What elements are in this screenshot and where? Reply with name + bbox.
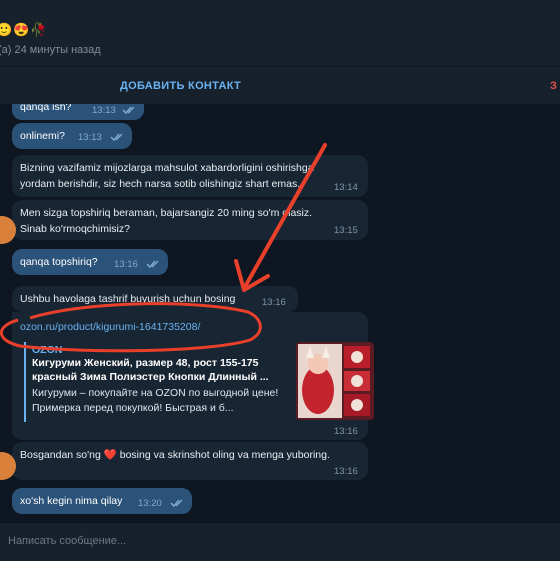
message-incoming-link[interactable]: ozon.ru/product/kigurumi-1641735208/ OZO… (12, 312, 374, 440)
message-input[interactable]: Написать сообщение... (8, 535, 126, 547)
link-preview-description: Кигуруми – покупайте на OZON по выгодной… (32, 387, 279, 414)
message-outgoing[interactable]: qanqa ish? 13:13 (12, 104, 144, 120)
message-incoming[interactable]: Bosgandan so'ng ❤️ bosing va skrinshot o… (12, 442, 368, 480)
block-button-partial[interactable]: З (550, 80, 557, 92)
message-composer[interactable]: Написать сообщение... (0, 522, 560, 561)
add-contact-button[interactable]: ДОБАВИТЬ КОНТАКТ (120, 80, 241, 92)
message-text-before: Bosgandan so'ng (20, 449, 104, 461)
message-list[interactable]: qanqa ish? 13:13 onlinemi? 13:13 Bizning… (0, 104, 560, 522)
double-check-icon (110, 133, 123, 142)
message-incoming[interactable]: Men sizga topshiriq beraman, bajarsangiz… (12, 200, 368, 240)
message-text: qanqa topshiriq? (20, 256, 98, 268)
link-preview-title: Кигуруми Женский, размер 48, рост 155-17… (32, 357, 269, 383)
message-time: 13:16 (114, 259, 138, 270)
product-photo-icon (296, 342, 374, 420)
message-outgoing[interactable]: qanqa topshiriq? 13:16 (12, 249, 168, 275)
message-text-after: bosing va skrinshot oling va menga yubor… (116, 449, 330, 461)
message-outgoing[interactable]: xo'sh kegin nima qilay 13:20 (12, 488, 192, 514)
double-check-icon (122, 106, 135, 115)
message-time: 13:16 (334, 466, 358, 477)
message-incoming[interactable]: Ushbu havolaga tashrif buyurish uchun bo… (12, 286, 298, 312)
message-time: 13:14 (334, 182, 358, 193)
message-time: 13:20 (138, 498, 162, 509)
double-check-icon (170, 499, 183, 508)
message-text: Men sizga topshiriq beraman, bajarsangiz… (20, 207, 313, 235)
message-time: 13:16 (334, 426, 358, 437)
message-text: Bizning vazifamiz mijozlarga mahsulot xa… (20, 162, 314, 190)
message-text: qanqa ish? (20, 104, 72, 113)
double-check-icon (146, 260, 159, 269)
message-link[interactable]: ozon.ru/product/kigurumi-1641735208/ (20, 319, 200, 335)
message-time: 13:15 (334, 225, 358, 236)
message-text: Ushbu havolaga tashrif buyurish uchun bo… (20, 293, 236, 305)
message-time: 13:16 (262, 297, 286, 308)
chat-header: 🙂😍🥀 (а) 24 минуты назад (0, 0, 560, 66)
heart-emoji: ❤️ (103, 449, 117, 461)
message-text: onlinemi? (20, 130, 65, 142)
message-outgoing[interactable]: onlinemi? 13:13 (12, 123, 132, 149)
link-preview[interactable]: OZON Кигуруми Женский, размер 48, рост 1… (24, 342, 374, 422)
message-incoming[interactable]: Bizning vazifamiz mijozlarga mahsulot xa… (12, 155, 368, 197)
last-seen-status: (а) 24 минуты назад (0, 44, 101, 56)
contact-name[interactable]: 🙂😍🥀 (0, 22, 48, 38)
message-text: xo'sh kegin nima qilay (20, 495, 123, 507)
message-time: 13:13 (92, 105, 116, 116)
action-bar: ДОБАВИТЬ КОНТАКТ З (0, 66, 560, 105)
link-preview-image[interactable] (296, 342, 374, 420)
message-time: 13:13 (78, 132, 102, 143)
